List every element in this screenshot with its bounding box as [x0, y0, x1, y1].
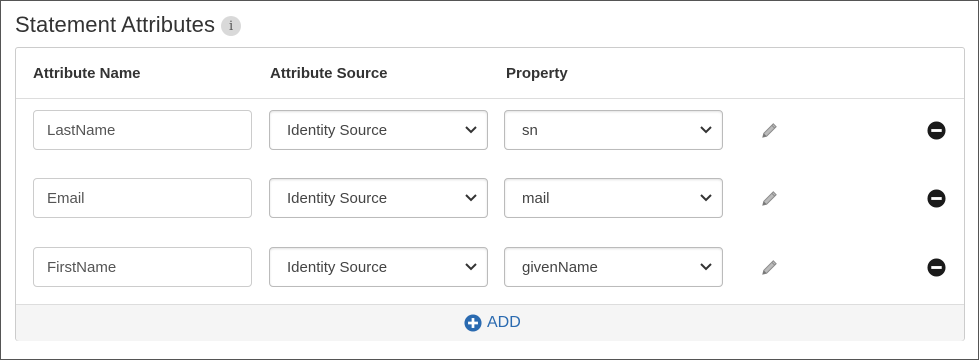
add-button-label: ADD [487, 314, 521, 331]
table-row: FirstName Identity Source givenName [16, 247, 964, 291]
section-title: Statement Attributes [15, 12, 216, 37]
statement-attributes-panel: Attribute Name Attribute Source Property… [15, 47, 965, 341]
minus-circle-icon[interactable] [927, 258, 946, 277]
attribute-name-input[interactable]: FirstName [33, 247, 252, 287]
chevron-down-icon [465, 263, 477, 271]
column-header-property: Property [506, 65, 568, 82]
info-icon[interactable]: i [221, 16, 242, 36]
column-header-attribute-name: Attribute Name [33, 65, 141, 82]
table-footer: ADD [16, 304, 964, 341]
chevron-down-icon [465, 126, 477, 134]
attribute-source-select[interactable]: Identity Source [269, 178, 488, 218]
table-row: Email Identity Source mail [16, 178, 964, 222]
column-header-attribute-source: Attribute Source [270, 65, 388, 82]
table-row: LastName Identity Source sn [16, 110, 964, 154]
property-value: givenName [522, 258, 598, 276]
property-value: sn [522, 121, 538, 139]
chevron-down-icon [465, 194, 477, 202]
attribute-name-input[interactable]: LastName [33, 110, 252, 150]
property-select[interactable]: sn [504, 110, 723, 150]
attribute-source-select[interactable]: Identity Source [269, 110, 488, 150]
table-header: Attribute Name Attribute Source Property [16, 48, 964, 99]
chevron-down-icon [700, 126, 712, 134]
pencil-icon[interactable] [760, 121, 779, 140]
add-attribute-button[interactable]: ADD [464, 314, 521, 332]
attribute-source-value: Identity Source [287, 121, 388, 139]
property-select[interactable]: mail [504, 178, 723, 218]
pencil-icon[interactable] [760, 189, 779, 208]
plus-circle-icon [464, 314, 482, 332]
chevron-down-icon [700, 263, 712, 271]
pencil-icon[interactable] [760, 258, 779, 277]
attribute-source-value: Identity Source [287, 189, 388, 207]
section-header: Statement Attributes i [15, 10, 242, 40]
property-select[interactable]: givenName [504, 247, 723, 287]
minus-circle-icon[interactable] [927, 121, 946, 140]
minus-circle-icon[interactable] [927, 189, 946, 208]
attribute-source-select[interactable]: Identity Source [269, 247, 488, 287]
attribute-name-input[interactable]: Email [33, 178, 252, 218]
chevron-down-icon [700, 194, 712, 202]
property-value: mail [522, 189, 550, 207]
attribute-source-value: Identity Source [287, 258, 388, 276]
